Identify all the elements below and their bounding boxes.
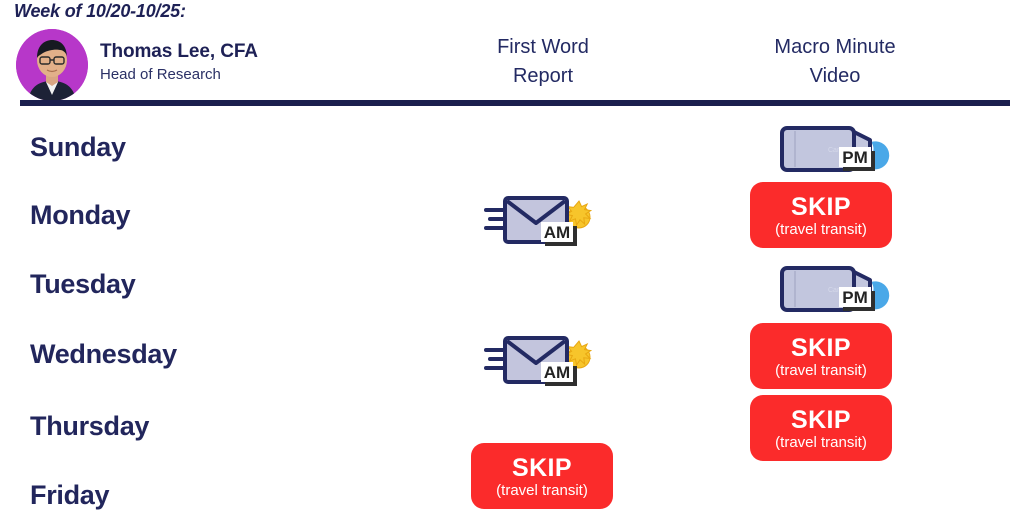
column-header-line1: First Word [497, 36, 589, 58]
day-label-thursday: Thursday [30, 411, 150, 441]
column-header-macro-minute-video: Macro Minute Video [705, 33, 965, 91]
avatar [16, 29, 88, 101]
cell-friday-first-word-report[interactable]: SKIP (travel transit) [471, 443, 613, 509]
skip-label: SKIP [512, 453, 572, 482]
column-header-line2: Video [809, 65, 861, 87]
skip-sublabel: (travel transit) [775, 433, 867, 451]
skip-sublabel: (travel transit) [775, 220, 867, 238]
skip-sublabel: (travel transit) [775, 361, 867, 379]
skip-sublabel: (travel transit) [496, 481, 588, 499]
envelope-am-sun-icon: AM [484, 336, 593, 386]
cell-thursday-macro-minute-video[interactable]: SKIP (travel transit) [750, 395, 892, 461]
am-badge-label: AM [544, 223, 570, 242]
day-label-sunday: Sunday [30, 132, 126, 162]
day-label-monday: Monday [30, 200, 131, 230]
pm-badge-label: PM [842, 288, 868, 307]
person-block: Thomas Lee, CFA Head of Research [100, 40, 258, 85]
header-divider [20, 100, 1010, 106]
cell-wednesday-first-word-report[interactable]: AM [483, 330, 601, 390]
day-label-wednesday: Wednesday [30, 339, 177, 369]
week-title: Week of 10/20-10/25: [14, 1, 186, 21]
cell-tuesday-macro-minute-video[interactable]: Cam PM [775, 258, 895, 314]
skip-label: SKIP [791, 405, 851, 434]
cell-monday-macro-minute-video[interactable]: SKIP (travel transit) [750, 182, 892, 248]
skip-label: SKIP [791, 192, 851, 221]
person-role: Head of Research [100, 66, 221, 83]
column-header-line2: Report [512, 65, 574, 87]
video-camera-pm-moon-icon: Cam PM [780, 266, 890, 312]
envelope-am-sun-icon: AM [484, 196, 593, 246]
cell-monday-first-word-report[interactable]: AM [483, 190, 601, 250]
am-badge-label: AM [544, 363, 570, 382]
cell-sunday-macro-minute-video[interactable]: Cam PM [775, 118, 895, 174]
column-header-line1: Macro Minute [774, 36, 896, 58]
day-label-friday: Friday [30, 480, 110, 510]
cell-wednesday-macro-minute-video[interactable]: SKIP (travel transit) [750, 323, 892, 389]
person-name: Thomas Lee, CFA [100, 41, 258, 62]
video-camera-pm-moon-icon: Cam PM [780, 126, 890, 172]
schedule-page: Week of 10/20-10/25: Thomas Lee, CFA Hea… [0, 0, 1024, 520]
column-header-first-word-report: First Word Report [413, 33, 673, 91]
day-label-tuesday: Tuesday [30, 269, 136, 299]
pm-badge-label: PM [842, 148, 868, 167]
skip-label: SKIP [791, 333, 851, 362]
